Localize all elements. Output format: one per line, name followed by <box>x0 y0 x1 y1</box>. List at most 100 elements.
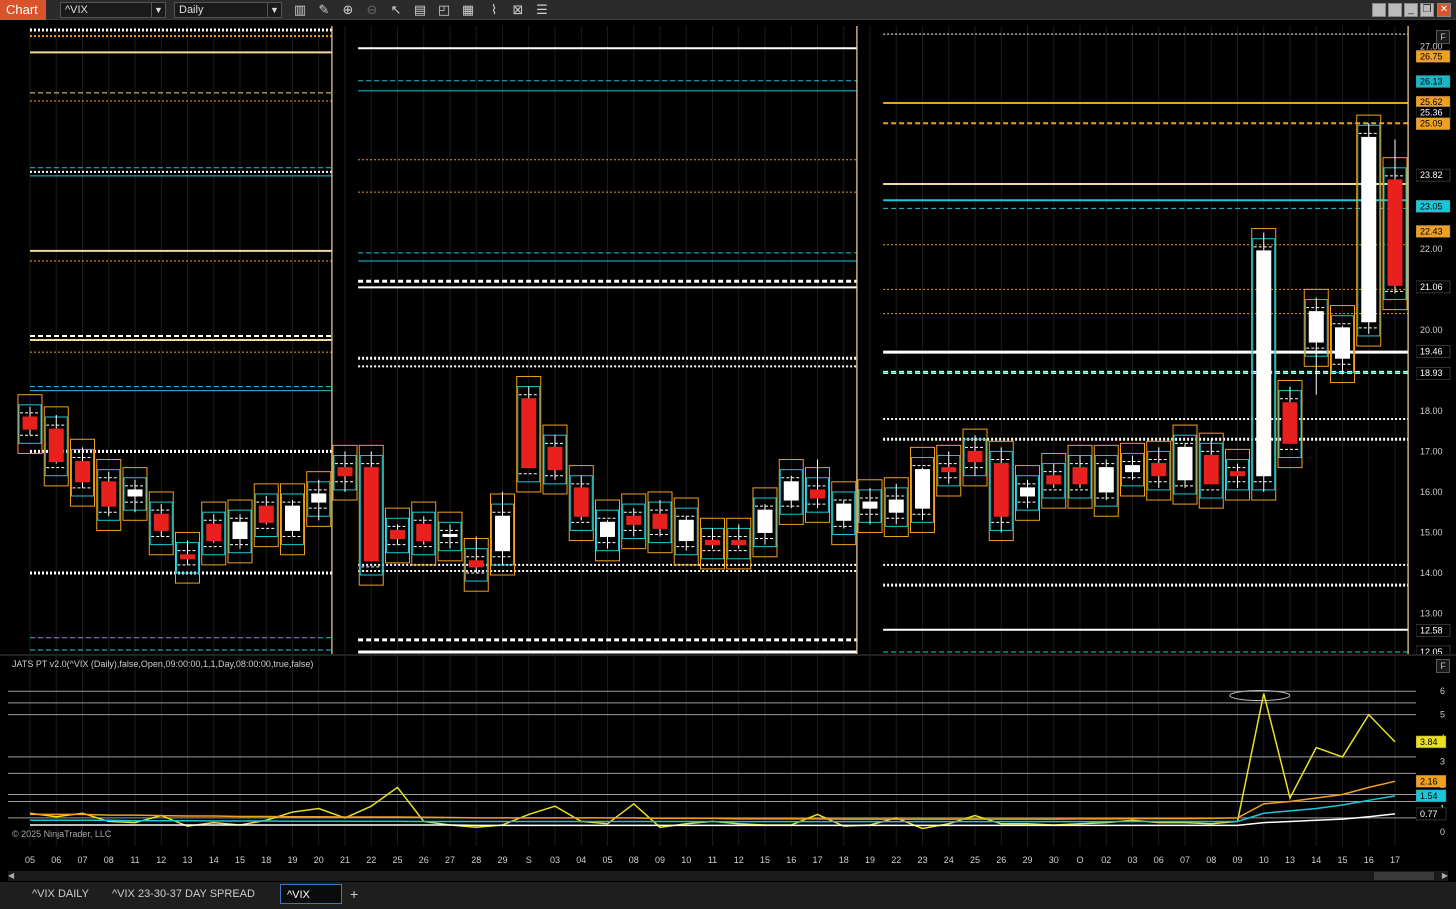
list-icon[interactable]: ☰ <box>534 2 550 18</box>
tab-vix-daily[interactable]: ^VIX DAILY <box>26 884 95 904</box>
indicator-tick-label: 0 <box>1440 827 1445 837</box>
template-icon[interactable]: ◰ <box>436 2 452 18</box>
time-tick-label: 13 <box>182 855 192 865</box>
chevron-down-icon[interactable]: ▼ <box>267 3 281 17</box>
candle <box>490 491 515 576</box>
time-tick-label: 07 <box>77 855 87 865</box>
candle-body <box>1046 475 1062 485</box>
time-tick-label: 03 <box>550 855 560 865</box>
candle-body <box>495 515 510 552</box>
copyright-text: © 2025 NinjaTrader, LLC <box>12 829 112 839</box>
time-tick-label: 06 <box>1154 855 1164 865</box>
tile-icon[interactable] <box>1372 3 1386 17</box>
zoom-out-icon[interactable]: ⊖ <box>364 2 380 18</box>
maximize-icon[interactable]: ❐ <box>1420 3 1434 17</box>
candle-body <box>258 505 274 523</box>
candle-body <box>337 467 353 477</box>
time-tick-label: 24 <box>944 855 954 865</box>
price-marker-label: 26.13 <box>1420 77 1443 87</box>
time-tick-label: 07 <box>1180 855 1190 865</box>
drawing-tools-icon[interactable]: ⊠ <box>510 2 526 18</box>
candle-body <box>547 446 563 471</box>
time-tick-label: 22 <box>366 855 376 865</box>
panel-f-button[interactable]: F <box>1436 30 1450 44</box>
properties-icon[interactable]: ▤ <box>412 2 428 18</box>
candle <box>306 471 332 527</box>
candle-body <box>600 521 615 538</box>
indicator-title: JATS PT v2.0(^VIX (Daily),false,Open,09:… <box>12 659 314 669</box>
price-tick-label: 20.00 <box>1420 325 1443 335</box>
time-tick-label: 14 <box>209 855 219 865</box>
strategy-icon[interactable]: ⌇ <box>486 2 502 18</box>
candle-body <box>363 467 379 562</box>
time-tick-label: 08 <box>1206 855 1216 865</box>
price-tick-label: 22.00 <box>1420 244 1443 254</box>
indicator-marker-label: 1.54 <box>1420 791 1438 801</box>
zoom-in-icon[interactable]: ⊕ <box>340 2 356 18</box>
candle-body <box>573 487 589 517</box>
indicator-marker-label: 0.77 <box>1420 809 1438 819</box>
price-marker-label: 19.46 <box>1420 347 1443 357</box>
candle-body <box>757 509 773 533</box>
horizontal-scrollbar[interactable]: ◀ ▶ <box>8 871 1448 881</box>
time-tick-label: 03 <box>1127 855 1137 865</box>
chart-toolbar: Chart ^VIX ▼ Daily ▼ ▥ ✎ ⊕ ⊖ ↖ ▤ ◰ ▦ ⌇ ⊠… <box>0 0 1456 20</box>
time-tick-label: 18 <box>839 855 849 865</box>
price-marker-label: 25.62 <box>1420 97 1443 107</box>
bars-icon[interactable]: ▥ <box>292 2 308 18</box>
candle-body <box>1098 467 1114 493</box>
indicator-axis[interactable]: 765432103.842.161.540.77 <box>1415 656 1456 846</box>
time-axis[interactable]: 05 06 07 08 11 12 13 14 15 18 19 20 21 22 25 26 27 28 29 S 0… <box>8 850 1416 868</box>
candle-body <box>285 505 300 531</box>
time-tick-label: 10 <box>681 855 691 865</box>
indicator-tick-label: 3 <box>1440 757 1445 767</box>
price-tick-label: 14.00 <box>1420 568 1443 578</box>
scrollbar-thumb[interactable] <box>1374 872 1434 880</box>
price-marker-label: 12.05 <box>1420 647 1443 654</box>
price-axis[interactable]: 27.00 22.00 20.00 18.00 17.00 16.00 15.00 14.00… <box>1415 26 1456 659</box>
interval-selector[interactable]: Daily ▼ <box>174 2 282 18</box>
scroll-left-icon[interactable]: ◀ <box>8 871 14 880</box>
pointer-icon[interactable]: ↖ <box>388 2 404 18</box>
link-icon[interactable] <box>1388 3 1402 17</box>
chart-menu-button[interactable]: Chart <box>0 0 46 20</box>
pencil-icon[interactable]: ✎ <box>316 2 332 18</box>
time-tick-label: 29 <box>1022 855 1032 865</box>
time-tick-label: 05 <box>25 855 35 865</box>
candle-body <box>967 450 983 463</box>
indicator-panel[interactable] <box>8 656 1416 846</box>
candle-body <box>127 489 143 497</box>
add-tab-button[interactable]: + <box>344 884 364 904</box>
highlight-ellipse <box>1229 690 1291 702</box>
candle-body <box>705 540 720 546</box>
price-tick-label: 17.00 <box>1420 446 1443 456</box>
minimize-icon[interactable]: _ <box>1404 3 1418 17</box>
candle <box>988 440 1014 542</box>
time-tick-label: 18 <box>261 855 271 865</box>
instrument-selector[interactable]: ^VIX ▼ <box>60 2 166 18</box>
price-tick-label: 13.00 <box>1420 608 1443 618</box>
time-tick-label: 17 <box>812 855 822 865</box>
candle-body <box>206 523 222 542</box>
price-marker-label: 18.93 <box>1420 368 1443 378</box>
candle-body <box>626 515 642 525</box>
indicator-marker-label: 2.16 <box>1420 776 1438 786</box>
scroll-right-icon[interactable]: ▶ <box>1442 871 1448 880</box>
indicator-f-button[interactable]: F <box>1436 659 1450 673</box>
time-tick-label: 17 <box>1390 855 1400 865</box>
price-marker-label: 23.05 <box>1420 201 1443 211</box>
time-tick-label: 13 <box>1285 855 1295 865</box>
price-chart-panel[interactable] <box>8 26 1416 654</box>
candle-body <box>75 461 90 483</box>
chevron-down-icon[interactable]: ▼ <box>151 3 165 17</box>
tab-vix-spread[interactable]: ^VIX 23-30-37 DAY SPREAD <box>106 884 261 904</box>
candle-body <box>1282 402 1298 444</box>
time-tick-label: 05 <box>602 855 612 865</box>
price-marker-label: 26.75 <box>1420 51 1443 61</box>
time-tick-label: 08 <box>104 855 114 865</box>
time-tick-label: 12 <box>156 855 166 865</box>
close-icon[interactable]: ✕ <box>1437 3 1451 17</box>
candle-body <box>888 499 904 513</box>
data-box-icon[interactable]: ▦ <box>460 2 476 18</box>
tab-vix[interactable]: ^VIX <box>280 884 342 904</box>
